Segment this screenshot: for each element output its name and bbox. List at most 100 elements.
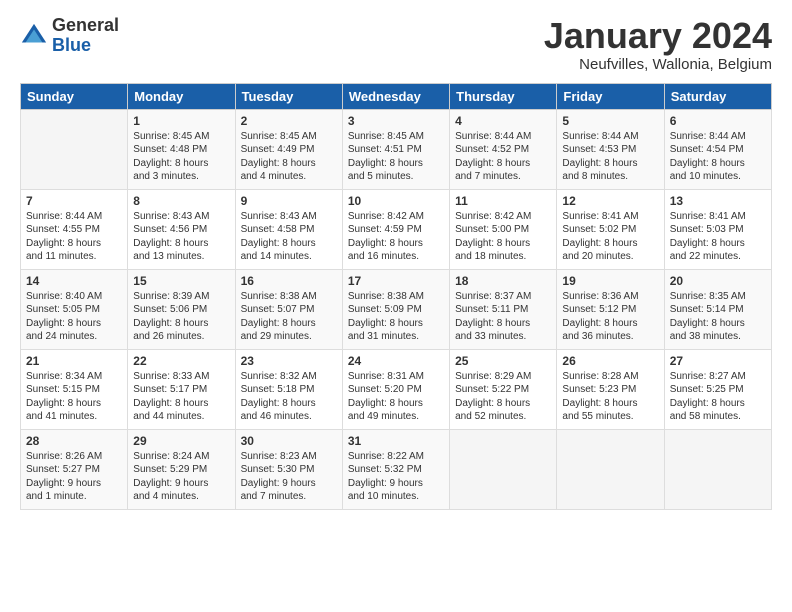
day-cell: 9 Sunrise: 8:43 AM Sunset: 4:58 PM Daylig… bbox=[235, 189, 342, 269]
calendar-title: January 2024 bbox=[544, 16, 772, 56]
calendar-container: General Blue January 2024 Neufvilles, Wa… bbox=[0, 0, 792, 520]
day-cell: 18 Sunrise: 8:37 AM Sunset: 5:11 PM Dayli… bbox=[450, 269, 557, 349]
day-info: Sunrise: 8:43 AM Sunset: 4:58 PM Dayligh… bbox=[241, 210, 337, 264]
day-info: Sunrise: 8:44 AM Sunset: 4:55 PM Dayligh… bbox=[26, 210, 122, 264]
day-number: 27 bbox=[670, 354, 766, 368]
day-cell: 28 Sunrise: 8:26 AM Sunset: 5:27 PM Dayli… bbox=[21, 429, 128, 509]
day-cell: 15Sunrise: 8:39 AM Sunset: 5:06 PM Dayli… bbox=[128, 269, 235, 349]
day-info: Sunrise: 8:27 AM Sunset: 5:25 PM Dayligh… bbox=[670, 370, 766, 424]
day-cell: 23 Sunrise: 8:32 AM Sunset: 5:18 PM Dayli… bbox=[235, 349, 342, 429]
logo-icon bbox=[20, 22, 48, 50]
day-cell: 7 Sunrise: 8:44 AM Sunset: 4:55 PM Daylig… bbox=[21, 189, 128, 269]
day-cell: 5Sunrise: 8:44 AM Sunset: 4:53 PM Daylig… bbox=[557, 109, 664, 189]
day-cell: 14 Sunrise: 8:40 AM Sunset: 5:05 PM Dayli… bbox=[21, 269, 128, 349]
day-cell bbox=[21, 109, 128, 189]
day-cell: 27 Sunrise: 8:27 AM Sunset: 5:25 PM Dayli… bbox=[664, 349, 771, 429]
week-row-5: 28 Sunrise: 8:26 AM Sunset: 5:27 PM Dayli… bbox=[21, 429, 772, 509]
day-info: Sunrise: 8:28 AM Sunset: 5:23 PM Dayligh… bbox=[562, 370, 658, 424]
day-cell: 6 Sunrise: 8:44 AM Sunset: 4:54 PM Daylig… bbox=[664, 109, 771, 189]
week-row-1: 1 Sunrise: 8:45 AM Sunset: 4:48 PM Daylig… bbox=[21, 109, 772, 189]
day-cell: 16Sunrise: 8:38 AM Sunset: 5:07 PM Dayli… bbox=[235, 269, 342, 349]
day-cell: 1 Sunrise: 8:45 AM Sunset: 4:48 PM Daylig… bbox=[128, 109, 235, 189]
day-number: 26 bbox=[562, 354, 658, 368]
day-number: 1 bbox=[133, 114, 229, 128]
day-cell: 21 Sunrise: 8:34 AM Sunset: 5:15 PM Dayli… bbox=[21, 349, 128, 429]
header: General Blue January 2024 Neufvilles, Wa… bbox=[20, 16, 772, 73]
day-info: Sunrise: 8:24 AM Sunset: 5:29 PM Dayligh… bbox=[133, 450, 229, 504]
logo: General Blue bbox=[20, 16, 119, 56]
calendar-subtitle: Neufvilles, Wallonia, Belgium bbox=[544, 56, 772, 73]
calendar-body: 1 Sunrise: 8:45 AM Sunset: 4:48 PM Daylig… bbox=[21, 109, 772, 509]
day-info: Sunrise: 8:44 AM Sunset: 4:53 PM Dayligh… bbox=[562, 130, 658, 184]
day-info: Sunrise: 8:45 AM Sunset: 4:51 PM Dayligh… bbox=[348, 130, 444, 184]
day-number: 16 bbox=[241, 274, 337, 288]
day-cell: 10 Sunrise: 8:42 AM Sunset: 4:59 PM Dayli… bbox=[342, 189, 449, 269]
day-number: 10 bbox=[348, 194, 444, 208]
day-number: 14 bbox=[26, 274, 122, 288]
day-number: 11 bbox=[455, 194, 551, 208]
day-info: Sunrise: 8:43 AM Sunset: 4:56 PM Dayligh… bbox=[133, 210, 229, 264]
header-cell-tuesday: Tuesday bbox=[235, 83, 342, 109]
day-number: 28 bbox=[26, 434, 122, 448]
day-cell: 8 Sunrise: 8:43 AM Sunset: 4:56 PM Daylig… bbox=[128, 189, 235, 269]
day-cell: 30Sunrise: 8:23 AM Sunset: 5:30 PM Dayli… bbox=[235, 429, 342, 509]
day-number: 2 bbox=[241, 114, 337, 128]
day-info: Sunrise: 8:34 AM Sunset: 5:15 PM Dayligh… bbox=[26, 370, 122, 424]
day-cell: 12 Sunrise: 8:41 AM Sunset: 5:02 PM Dayli… bbox=[557, 189, 664, 269]
day-info: Sunrise: 8:42 AM Sunset: 4:59 PM Dayligh… bbox=[348, 210, 444, 264]
day-info: Sunrise: 8:26 AM Sunset: 5:27 PM Dayligh… bbox=[26, 450, 122, 504]
day-number: 24 bbox=[348, 354, 444, 368]
week-row-4: 21 Sunrise: 8:34 AM Sunset: 5:15 PM Dayli… bbox=[21, 349, 772, 429]
day-number: 20 bbox=[670, 274, 766, 288]
day-number: 19 bbox=[562, 274, 658, 288]
day-number: 13 bbox=[670, 194, 766, 208]
day-number: 17 bbox=[348, 274, 444, 288]
week-row-3: 14 Sunrise: 8:40 AM Sunset: 5:05 PM Dayli… bbox=[21, 269, 772, 349]
day-number: 7 bbox=[26, 194, 122, 208]
day-number: 4 bbox=[455, 114, 551, 128]
header-cell-saturday: Saturday bbox=[664, 83, 771, 109]
calendar-table: SundayMondayTuesdayWednesdayThursdayFrid… bbox=[20, 83, 772, 510]
header-cell-friday: Friday bbox=[557, 83, 664, 109]
day-number: 12 bbox=[562, 194, 658, 208]
day-info: Sunrise: 8:45 AM Sunset: 4:48 PM Dayligh… bbox=[133, 130, 229, 184]
day-number: 29 bbox=[133, 434, 229, 448]
day-number: 21 bbox=[26, 354, 122, 368]
day-info: Sunrise: 8:40 AM Sunset: 5:05 PM Dayligh… bbox=[26, 290, 122, 344]
day-number: 9 bbox=[241, 194, 337, 208]
day-info: Sunrise: 8:42 AM Sunset: 5:00 PM Dayligh… bbox=[455, 210, 551, 264]
week-row-2: 7 Sunrise: 8:44 AM Sunset: 4:55 PM Daylig… bbox=[21, 189, 772, 269]
day-number: 23 bbox=[241, 354, 337, 368]
day-info: Sunrise: 8:33 AM Sunset: 5:17 PM Dayligh… bbox=[133, 370, 229, 424]
day-cell: 3 Sunrise: 8:45 AM Sunset: 4:51 PM Daylig… bbox=[342, 109, 449, 189]
day-cell: 24 Sunrise: 8:31 AM Sunset: 5:20 PM Dayli… bbox=[342, 349, 449, 429]
day-cell bbox=[664, 429, 771, 509]
day-info: Sunrise: 8:41 AM Sunset: 5:02 PM Dayligh… bbox=[562, 210, 658, 264]
day-cell: 11 Sunrise: 8:42 AM Sunset: 5:00 PM Dayli… bbox=[450, 189, 557, 269]
day-info: Sunrise: 8:38 AM Sunset: 5:09 PM Dayligh… bbox=[348, 290, 444, 344]
day-number: 3 bbox=[348, 114, 444, 128]
day-number: 8 bbox=[133, 194, 229, 208]
day-cell: 17 Sunrise: 8:38 AM Sunset: 5:09 PM Dayli… bbox=[342, 269, 449, 349]
day-info: Sunrise: 8:31 AM Sunset: 5:20 PM Dayligh… bbox=[348, 370, 444, 424]
day-cell bbox=[557, 429, 664, 509]
day-info: Sunrise: 8:44 AM Sunset: 4:54 PM Dayligh… bbox=[670, 130, 766, 184]
day-number: 22 bbox=[133, 354, 229, 368]
header-cell-thursday: Thursday bbox=[450, 83, 557, 109]
day-info: Sunrise: 8:23 AM Sunset: 5:30 PM Dayligh… bbox=[241, 450, 337, 504]
day-cell: 29 Sunrise: 8:24 AM Sunset: 5:29 PM Dayli… bbox=[128, 429, 235, 509]
day-info: Sunrise: 8:29 AM Sunset: 5:22 PM Dayligh… bbox=[455, 370, 551, 424]
day-number: 25 bbox=[455, 354, 551, 368]
day-number: 6 bbox=[670, 114, 766, 128]
day-cell: 31Sunrise: 8:22 AM Sunset: 5:32 PM Dayli… bbox=[342, 429, 449, 509]
logo-text: General Blue bbox=[52, 16, 119, 56]
logo-blue: Blue bbox=[52, 36, 119, 56]
title-area: January 2024 Neufvilles, Wallonia, Belgi… bbox=[544, 16, 772, 73]
day-cell: 20Sunrise: 8:35 AM Sunset: 5:14 PM Dayli… bbox=[664, 269, 771, 349]
day-cell: 4Sunrise: 8:44 AM Sunset: 4:52 PM Daylig… bbox=[450, 109, 557, 189]
day-info: Sunrise: 8:32 AM Sunset: 5:18 PM Dayligh… bbox=[241, 370, 337, 424]
day-info: Sunrise: 8:37 AM Sunset: 5:11 PM Dayligh… bbox=[455, 290, 551, 344]
day-cell: 25 Sunrise: 8:29 AM Sunset: 5:22 PM Dayli… bbox=[450, 349, 557, 429]
logo-general: General bbox=[52, 16, 119, 36]
day-number: 18 bbox=[455, 274, 551, 288]
